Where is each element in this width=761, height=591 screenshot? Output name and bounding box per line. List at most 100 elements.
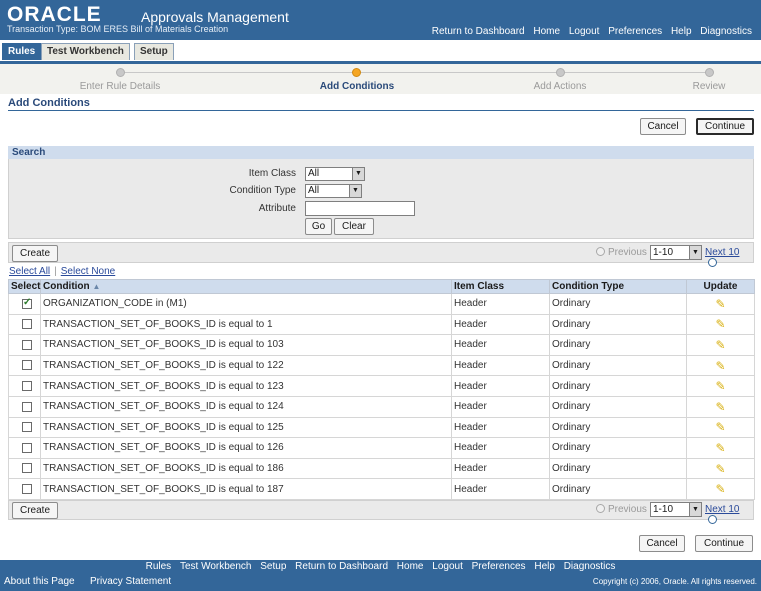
table-row: TRANSACTION_SET_OF_BOOKS_ID is equal to … [8,354,755,377]
item-class-cell: Header [451,354,550,377]
item-class-select[interactable]: All ▼ [305,167,365,181]
global-link-logout[interactable]: Logout [569,26,600,37]
update-cell: ✎ [686,437,755,459]
select-cell [8,437,41,459]
footer-link-return-to-dashboard[interactable]: Return to Dashboard [295,561,388,572]
column-header-condition-label[interactable]: Condition [43,281,90,292]
range-value-bottom: 1-10 [653,504,674,515]
train-label-review[interactable]: Review [693,81,726,92]
table-body: ORGANIZATION_CODE in (M1)HeaderOrdinary✎… [8,293,755,500]
range-select-top[interactable]: 1-10 ▼ [650,245,702,260]
cancel-button-bottom[interactable]: Cancel [639,535,685,552]
next-link-top[interactable]: Next 10 [705,247,753,269]
condition-cell: ORGANIZATION_CODE in (M1) [40,293,452,315]
pencil-icon[interactable]: ✎ [715,420,725,434]
item-class-value: All [308,168,320,179]
train-station-enter-rule-details[interactable] [116,68,125,77]
footer-link-test-workbench[interactable]: Test Workbench [180,561,252,572]
condition-cell: TRANSACTION_SET_OF_BOOKS_ID is equal to … [40,354,452,377]
footer-link-logout[interactable]: Logout [432,561,463,572]
pencil-icon[interactable]: ✎ [715,379,725,393]
select-cell [8,395,41,418]
next-label-top[interactable]: Next 10 [705,247,739,258]
create-button-top[interactable]: Create [12,245,58,262]
pencil-icon[interactable]: ✎ [715,317,725,331]
condition-cell: TRANSACTION_SET_OF_BOOKS_ID is equal to … [40,375,452,397]
global-link-diagnostics[interactable]: Diagnostics [700,26,752,37]
condition-type-cell: Ordinary [549,313,687,336]
condition-type-value: All [308,185,320,196]
pencil-icon[interactable]: ✎ [715,297,725,311]
row-checkbox[interactable] [22,319,32,330]
next-link-bottom[interactable]: Next 10 [705,504,753,526]
train-label-enter-rule-details[interactable]: Enter Rule Details [80,81,161,92]
condition-type-cell: Ordinary [549,478,687,500]
continue-button-bottom[interactable]: Continue [695,535,753,552]
row-checkbox[interactable] [22,463,32,474]
pencil-icon[interactable]: ✎ [715,462,725,476]
tab-setup[interactable]: Setup [134,43,174,60]
row-checkbox[interactable] [22,484,32,494]
range-value-top: 1-10 [653,247,674,258]
footer-link-home[interactable]: Home [397,561,424,572]
about-this-page-link[interactable]: About this Page [4,576,75,587]
table-row: TRANSACTION_SET_OF_BOOKS_ID is equal to … [8,313,755,336]
condition-cell: TRANSACTION_SET_OF_BOOKS_ID is equal to … [40,313,452,336]
condition-cell: TRANSACTION_SET_OF_BOOKS_ID is equal to … [40,416,452,439]
next-arrow-icon[interactable] [708,258,717,267]
condition-cell: TRANSACTION_SET_OF_BOOKS_ID is equal to … [40,457,452,480]
column-header-condition[interactable]: Condition ▲ [40,279,452,294]
item-class-cell: Header [451,457,550,480]
row-checkbox[interactable] [22,381,32,392]
footer-link-diagnostics[interactable]: Diagnostics [564,561,616,572]
clear-button[interactable]: Clear [334,218,374,235]
global-link-help[interactable]: Help [671,26,692,37]
select-all-link[interactable]: Select All [9,266,50,277]
item-class-cell: Header [451,313,550,336]
pencil-icon[interactable]: ✎ [715,441,725,455]
table-row: TRANSACTION_SET_OF_BOOKS_ID is equal to … [8,334,755,356]
continue-button-top[interactable]: Continue [696,118,754,135]
row-checkbox[interactable] [22,401,32,412]
footer-link-preferences[interactable]: Preferences [472,561,526,572]
create-button-bottom[interactable]: Create [12,502,58,519]
row-checkbox[interactable] [22,297,32,309]
footer-link-setup[interactable]: Setup [260,561,286,572]
update-cell: ✎ [686,354,755,377]
footer-link-rules[interactable]: Rules [146,561,172,572]
next-label-bottom[interactable]: Next 10 [705,504,739,515]
attribute-input[interactable] [305,201,415,216]
select-cell [8,334,41,356]
condition-cell: TRANSACTION_SET_OF_BOOKS_ID is equal to … [40,395,452,418]
item-class-cell: Header [451,437,550,459]
column-header-update: Update [686,279,755,294]
privacy-statement-link[interactable]: Privacy Statement [90,576,171,587]
condition-type-cell: Ordinary [549,416,687,439]
global-link-preferences[interactable]: Preferences [608,26,662,37]
train-station-review[interactable] [705,68,714,77]
condition-type-select[interactable]: All ▼ [305,184,362,198]
pencil-icon[interactable]: ✎ [715,338,725,352]
select-none-link[interactable]: Select None [61,266,115,277]
row-checkbox[interactable] [22,360,32,371]
pencil-icon[interactable]: ✎ [715,359,725,373]
tab-rules[interactable]: Rules [2,43,42,60]
global-link-home[interactable]: Home [533,26,560,37]
go-button[interactable]: Go [305,218,332,235]
train-label-add-actions[interactable]: Add Actions [534,81,587,92]
cancel-button-top[interactable]: Cancel [640,118,686,135]
title-divider [8,110,754,111]
range-select-bottom[interactable]: 1-10 ▼ [650,502,702,517]
sort-ascending-icon[interactable]: ▲ [92,282,100,291]
next-arrow-icon[interactable] [708,515,717,524]
row-checkbox[interactable] [22,339,32,350]
train-station-add-actions[interactable] [556,68,565,77]
pencil-icon[interactable]: ✎ [715,400,725,414]
condition-type-cell: Ordinary [549,334,687,356]
row-checkbox[interactable] [22,442,32,453]
row-checkbox[interactable] [22,422,32,433]
footer-link-help[interactable]: Help [534,561,555,572]
global-link-return-to-dashboard[interactable]: Return to Dashboard [432,26,525,37]
tab-test-workbench[interactable]: Test Workbench [41,43,130,60]
pencil-icon[interactable]: ✎ [715,482,725,496]
